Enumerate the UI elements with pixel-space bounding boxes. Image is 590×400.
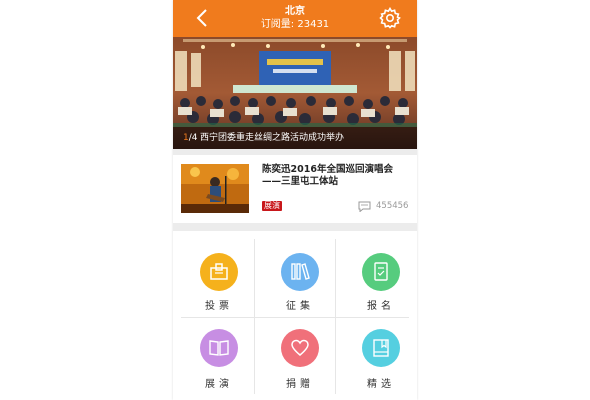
category-label: 精选	[367, 379, 395, 390]
header-bar: 北京 订阅量: 23431	[173, 0, 417, 37]
comment-icon	[358, 201, 371, 212]
category-label: 征集	[286, 301, 314, 312]
banner-caption: 西宁团委重走丝绸之路活动成功举办	[200, 133, 345, 143]
news-list-item[interactable]: 陈奕迅2016年全国巡回演唱会——三里屯工体站 展演 455456	[173, 155, 417, 223]
section-divider	[173, 223, 417, 231]
ballot-box-icon	[200, 253, 238, 291]
phone-screen: 北京 订阅量: 23431 1/4 西宁团委重走丝绸之路活动成功举办 陈奕迅20…	[173, 0, 417, 400]
category-label: 投票	[205, 301, 233, 312]
news-thumbnail	[181, 164, 249, 213]
gear-icon[interactable]	[379, 7, 401, 29]
banner-caption-bar: 1/4 西宁团委重走丝绸之路活动成功举办	[173, 127, 417, 149]
category-signup[interactable]: 报名	[337, 249, 417, 326]
bookmark-book-icon	[362, 329, 400, 367]
category-label: 捐赠	[286, 379, 314, 390]
books-icon	[281, 253, 319, 291]
comment-count: 455456	[376, 201, 409, 211]
open-book-icon	[200, 329, 238, 367]
form-icon	[362, 253, 400, 291]
category-label: 报名	[367, 301, 395, 312]
banner-carousel[interactable]: 1/4 西宁团委重走丝绸之路活动成功举办	[173, 37, 417, 149]
category-tag: 展演	[262, 201, 282, 211]
category-donate[interactable]: 捐赠	[256, 323, 337, 400]
slide-counter: 1/4	[183, 127, 198, 149]
category-vote[interactable]: 投票	[175, 249, 256, 326]
category-showcase[interactable]: 展演	[175, 323, 256, 400]
category-collect[interactable]: 征集	[256, 249, 337, 326]
category-label: 展演	[205, 379, 233, 390]
category-grid: 投票 征集 报名 展演 捐赠 精选	[173, 231, 417, 400]
slide-total: /4	[188, 133, 198, 143]
category-featured[interactable]: 精选	[337, 323, 417, 400]
news-title: 陈奕迅2016年全国巡回演唱会——三里屯工体站	[262, 164, 393, 187]
heart-icon	[281, 329, 319, 367]
